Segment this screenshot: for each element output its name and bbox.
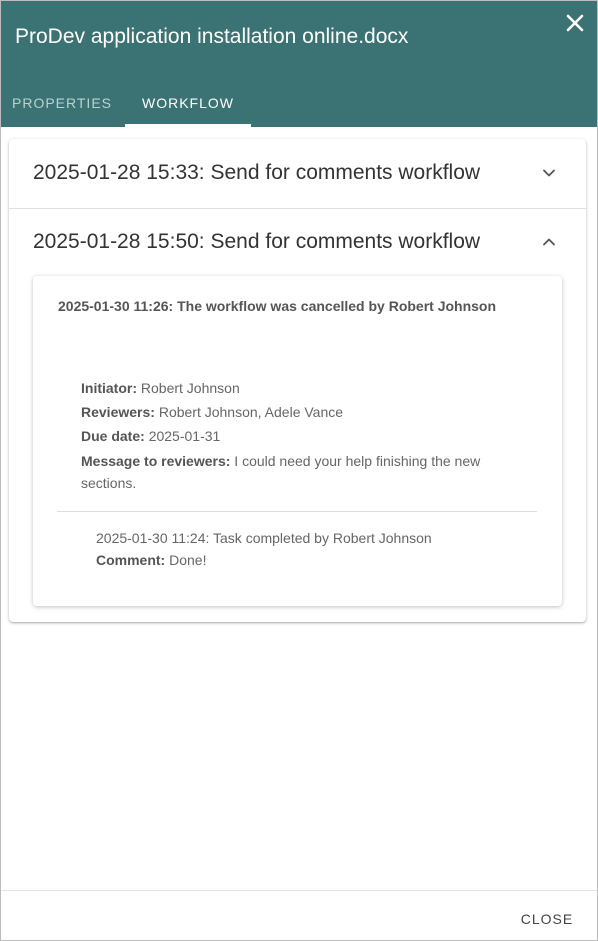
workflow-panel-title: 2025-01-28 15:50: Send for comments work… — [33, 230, 481, 253]
comment-value: Done! — [169, 552, 207, 568]
task-comment: Comment: Done! — [96, 549, 206, 571]
chevron-down-icon[interactable] — [541, 165, 557, 181]
reviewers-row: Reviewers: Robert Johnson, Adele Vance — [81, 401, 343, 423]
dialog-title: ProDev application installation online.d… — [15, 25, 409, 48]
due-date-value: 2025-01-31 — [148, 428, 221, 444]
workflow-panel-header-2[interactable]: 2025-01-28 15:50: Send for comments work… — [9, 208, 586, 276]
workflow-status: 2025-01-30 11:26: The workflow was cance… — [58, 298, 497, 314]
close-icon[interactable] — [561, 9, 589, 37]
chevron-up-icon[interactable] — [541, 234, 557, 250]
comment-label: Comment: — [96, 552, 166, 568]
reviewers-value: Robert Johnson, Adele Vance — [158, 404, 344, 420]
initiator-row: Initiator: Robert Johnson — [81, 377, 240, 399]
due-date-row: Due date: 2025-01-31 — [81, 425, 220, 447]
initiator-value: Robert Johnson — [140, 380, 240, 396]
initiator-label: Initiator: — [81, 380, 137, 396]
due-date-label: Due date: — [81, 428, 145, 444]
workflow-panel-header-1[interactable]: 2025-01-28 15:33: Send for comments work… — [9, 139, 586, 207]
workflow-details-card: 2025-01-30 11:26: The workflow was cance… — [33, 276, 562, 606]
reviewers-label: Reviewers: — [81, 404, 155, 420]
details-dialog: ProDev application installation online.d… — [0, 0, 598, 941]
workflow-panel-title: 2025-01-28 15:33: Send for comments work… — [33, 161, 481, 184]
task-entry: 2025-01-30 11:24: Task completed by Robe… — [96, 530, 432, 546]
tab-properties-label: PROPERTIES — [12, 95, 112, 111]
message-row: Message to reviewers: I could need your … — [81, 450, 521, 494]
card-divider — [57, 511, 537, 512]
tab-properties[interactable]: PROPERTIES — [1, 83, 123, 127]
message-label: Message to reviewers: — [81, 453, 231, 469]
close-button[interactable]: CLOSE — [507, 901, 587, 937]
dialog-header: ProDev application installation online.d… — [1, 1, 597, 127]
tab-workflow[interactable]: WORKFLOW — [125, 83, 251, 127]
footer-divider — [1, 890, 597, 891]
active-tab-indicator — [125, 124, 251, 127]
tab-workflow-label: WORKFLOW — [142, 95, 234, 111]
workflow-accordion: 2025-01-28 15:33: Send for comments work… — [9, 139, 586, 622]
